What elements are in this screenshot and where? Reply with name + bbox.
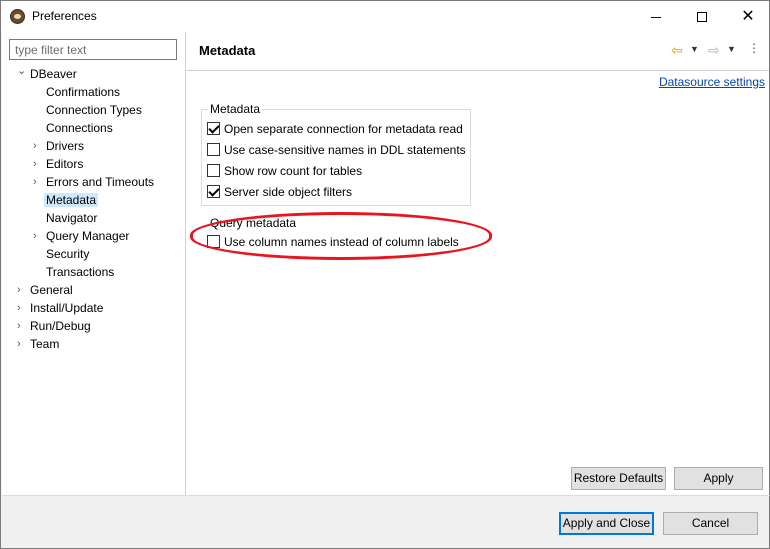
title-bar: Preferences ✕ <box>1 1 769 32</box>
maximize-icon <box>697 12 707 23</box>
minimize-icon <box>651 16 661 18</box>
option-show-row-count[interactable]: Show row count for tables <box>207 162 362 180</box>
query-metadata-group-title: Query metadata <box>208 216 299 230</box>
chevron-right-icon[interactable]: › <box>17 317 27 335</box>
option-open-separate-connection[interactable]: Open separate connection for metadata re… <box>207 120 463 138</box>
tree-item-drivers[interactable]: › Drivers <box>33 137 84 155</box>
filter-input[interactable] <box>9 39 177 60</box>
tree-item-errors-and-timeouts[interactable]: › Errors and Timeouts <box>33 173 154 191</box>
forward-arrow-icon[interactable]: ⇨ <box>708 42 720 59</box>
minimize-button[interactable] <box>633 1 679 32</box>
preferences-tree-panel: ⌄ DBeaver Confirmations Connection Types… <box>2 32 185 495</box>
tree-item-run-debug[interactable]: › Run/Debug <box>17 317 91 335</box>
option-use-column-names[interactable]: Use column names instead of column label… <box>207 233 459 251</box>
chevron-right-icon[interactable]: › <box>33 227 43 245</box>
page-title: Metadata <box>199 43 256 58</box>
button-bar-separator <box>2 495 770 496</box>
tree-item-query-manager[interactable]: › Query Manager <box>33 227 129 245</box>
chevron-right-icon[interactable]: › <box>33 173 43 191</box>
window-title: Preferences <box>32 9 97 23</box>
apply-and-close-button[interactable]: Apply and Close <box>559 512 654 535</box>
checkbox-unchecked[interactable] <box>207 164 220 177</box>
header-separator <box>186 70 769 71</box>
tree-item-general[interactable]: › General <box>17 281 73 299</box>
tree-item-metadata[interactable]: Metadata <box>44 191 99 209</box>
apply-button[interactable]: Apply <box>674 467 763 490</box>
chevron-right-icon[interactable]: › <box>33 137 43 155</box>
tree-item-editors[interactable]: › Editors <box>33 155 83 173</box>
metadata-group-title: Metadata <box>208 102 263 116</box>
tree-item-navigator[interactable]: Navigator <box>46 209 97 227</box>
close-icon: ✕ <box>741 8 755 25</box>
dbeaver-app-icon <box>10 9 25 24</box>
close-button[interactable]: ✕ <box>725 1 770 32</box>
tree-item-security[interactable]: Security <box>46 245 89 263</box>
cancel-button[interactable]: Cancel <box>663 512 758 535</box>
tree-item-connection-types[interactable]: Connection Types <box>46 101 142 119</box>
chevron-right-icon[interactable]: › <box>33 155 43 173</box>
chevron-down-icon[interactable]: ⌄ <box>17 62 27 80</box>
checkbox-unchecked[interactable] <box>207 235 220 248</box>
query-metadata-group: Query metadata Use column names instead … <box>201 216 471 255</box>
preferences-window: Preferences ✕ ⌄ DBeaver Confirmations Co… <box>0 0 770 549</box>
preference-page: Metadata ⇦ ▼ ⇨ ▼ ⋮ Datasource settings M… <box>186 32 769 495</box>
option-case-sensitive-ddl[interactable]: Use case-sensitive names in DDL statemen… <box>207 141 466 159</box>
view-menu-icon[interactable]: ⋮ <box>748 41 760 55</box>
maximize-button[interactable] <box>679 1 725 32</box>
checkbox-checked[interactable] <box>207 185 220 198</box>
tree-item-install-update[interactable]: › Install/Update <box>17 299 103 317</box>
tree-item-connections[interactable]: Connections <box>46 119 113 137</box>
chevron-right-icon[interactable]: › <box>17 299 27 317</box>
tree-item-team[interactable]: › Team <box>17 335 59 353</box>
tree-item-dbeaver[interactable]: ⌄ DBeaver <box>17 65 77 83</box>
metadata-group: Metadata Open separate connection for me… <box>201 102 471 206</box>
option-server-side-filters[interactable]: Server side object filters <box>207 183 352 201</box>
chevron-right-icon[interactable]: › <box>17 335 27 353</box>
chevron-right-icon[interactable]: › <box>17 281 27 299</box>
checkbox-checked[interactable] <box>207 122 220 135</box>
checkbox-unchecked[interactable] <box>207 143 220 156</box>
forward-dropdown-icon[interactable]: ▼ <box>727 44 736 54</box>
back-dropdown-icon[interactable]: ▼ <box>690 44 699 54</box>
datasource-settings-link[interactable]: Datasource settings <box>659 75 765 89</box>
tree-item-confirmations[interactable]: Confirmations <box>46 83 120 101</box>
back-arrow-icon[interactable]: ⇦ <box>671 42 683 59</box>
restore-defaults-button[interactable]: Restore Defaults <box>571 467 666 490</box>
tree-item-transactions[interactable]: Transactions <box>46 263 114 281</box>
